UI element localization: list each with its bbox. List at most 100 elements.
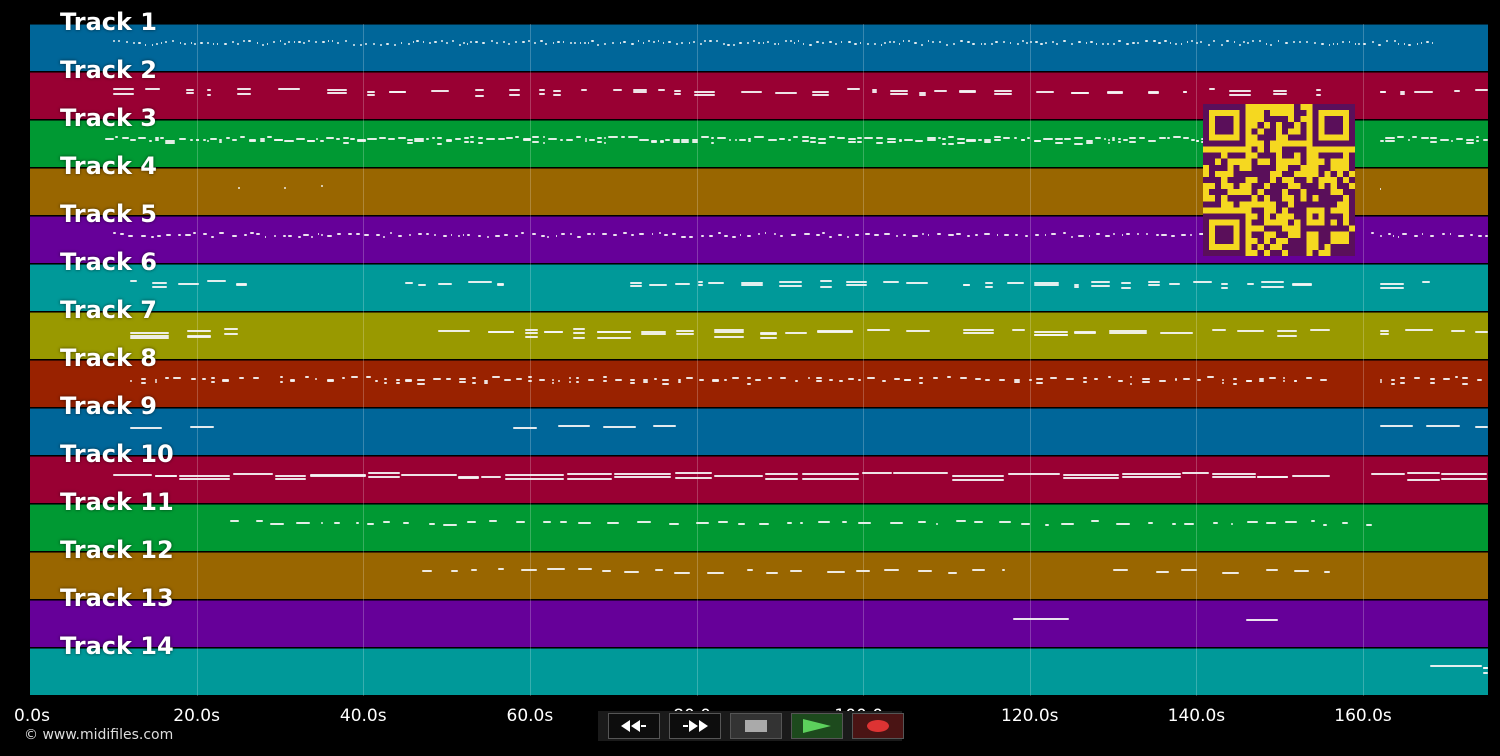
note-bar bbox=[359, 43, 362, 46]
note-bar bbox=[1054, 137, 1063, 140]
copyright-text: © www.midifiles.com bbox=[24, 727, 174, 743]
note-bar bbox=[202, 232, 208, 235]
note-bar bbox=[496, 283, 505, 286]
note-bar bbox=[1062, 474, 1119, 477]
note-bar bbox=[789, 40, 792, 43]
note-bar bbox=[274, 474, 307, 477]
time-tick-label: 120.0s bbox=[1001, 706, 1059, 726]
note-bar bbox=[883, 568, 899, 571]
note-bar bbox=[283, 139, 294, 142]
rewind-button[interactable] bbox=[608, 713, 660, 739]
note-bar bbox=[1078, 234, 1084, 237]
track-label: Track 7 bbox=[60, 296, 158, 324]
note-bar bbox=[1475, 89, 1488, 92]
play-icon bbox=[803, 719, 831, 733]
note-bar bbox=[545, 43, 547, 45]
note-bar bbox=[278, 88, 301, 91]
note-bar bbox=[1033, 334, 1068, 337]
note-bar bbox=[266, 136, 273, 139]
note-bar bbox=[1430, 136, 1438, 139]
note-bar bbox=[1228, 93, 1251, 96]
note-bar bbox=[695, 521, 709, 524]
note-bar bbox=[1407, 472, 1441, 475]
note-bar bbox=[504, 473, 565, 476]
note-bar bbox=[928, 233, 930, 236]
note-bar bbox=[1363, 42, 1367, 45]
note-bar bbox=[487, 331, 515, 334]
note-bar bbox=[186, 336, 211, 339]
note-bar bbox=[688, 41, 691, 44]
note-bar bbox=[898, 42, 901, 45]
stop-button[interactable] bbox=[730, 713, 782, 739]
record-button[interactable] bbox=[852, 713, 904, 739]
note-bar bbox=[1062, 477, 1119, 480]
note-bar bbox=[260, 137, 266, 140]
note-bar bbox=[1035, 40, 1038, 43]
note-bar bbox=[1044, 234, 1046, 237]
note-bar bbox=[186, 330, 211, 333]
note-bar bbox=[1246, 282, 1255, 285]
note-bar bbox=[546, 235, 549, 238]
grid-line bbox=[529, 24, 531, 696]
note-bar bbox=[375, 379, 378, 382]
note-bar bbox=[238, 377, 244, 380]
note-bar bbox=[1156, 234, 1159, 237]
note-bar bbox=[232, 138, 237, 141]
note-bar bbox=[1451, 330, 1466, 333]
note-bar bbox=[482, 41, 486, 44]
note-bar bbox=[1033, 139, 1041, 142]
track-row bbox=[30, 648, 1488, 695]
note-bar bbox=[1113, 568, 1129, 571]
note-bar bbox=[1475, 331, 1488, 334]
note-bar bbox=[498, 138, 505, 141]
note-bar bbox=[980, 43, 982, 46]
note-bar bbox=[1192, 280, 1213, 283]
note-bar bbox=[113, 473, 153, 476]
note-bar bbox=[1033, 330, 1068, 333]
note-bar bbox=[471, 377, 477, 380]
note-bar bbox=[788, 138, 791, 141]
note-bar bbox=[1391, 382, 1396, 385]
note-bar bbox=[144, 43, 146, 46]
note-bar bbox=[1222, 571, 1240, 574]
note-bar bbox=[739, 41, 743, 44]
note-bar bbox=[366, 90, 376, 93]
note-bar bbox=[458, 234, 460, 237]
note-bar bbox=[951, 474, 1005, 477]
note-bar bbox=[1002, 137, 1011, 140]
note-bar bbox=[224, 42, 227, 45]
play-button[interactable] bbox=[791, 713, 843, 739]
note-bar bbox=[838, 233, 842, 236]
note-bar bbox=[1483, 667, 1488, 670]
note-bar bbox=[387, 138, 395, 141]
note-bar bbox=[1385, 139, 1395, 142]
note-bar bbox=[218, 232, 224, 235]
note-bar bbox=[1173, 136, 1181, 139]
note-bar bbox=[681, 141, 690, 144]
note-bar bbox=[190, 41, 193, 44]
note-bar bbox=[972, 42, 975, 45]
note-bar bbox=[963, 331, 994, 334]
note-bar bbox=[566, 139, 574, 142]
note-bar bbox=[854, 233, 859, 236]
note-bar bbox=[113, 92, 134, 95]
note-bar bbox=[237, 42, 239, 45]
note-bar bbox=[1266, 569, 1278, 572]
note-bar bbox=[607, 522, 619, 525]
note-bar bbox=[1475, 139, 1480, 142]
note-bar bbox=[558, 379, 561, 382]
note-bar bbox=[470, 569, 478, 572]
note-bar bbox=[1430, 140, 1438, 143]
note-bar bbox=[1034, 234, 1039, 237]
note-bar bbox=[1009, 41, 1011, 44]
note-bar bbox=[331, 40, 334, 43]
note-bar bbox=[1093, 377, 1099, 380]
note-bar bbox=[1379, 187, 1382, 190]
fast-forward-button[interactable] bbox=[669, 713, 721, 739]
note-bar bbox=[1323, 523, 1328, 526]
note-bar bbox=[642, 41, 644, 44]
note-bar bbox=[145, 88, 160, 91]
note-bar bbox=[521, 569, 538, 572]
note-bar bbox=[1407, 478, 1441, 481]
note-bar bbox=[760, 333, 778, 336]
